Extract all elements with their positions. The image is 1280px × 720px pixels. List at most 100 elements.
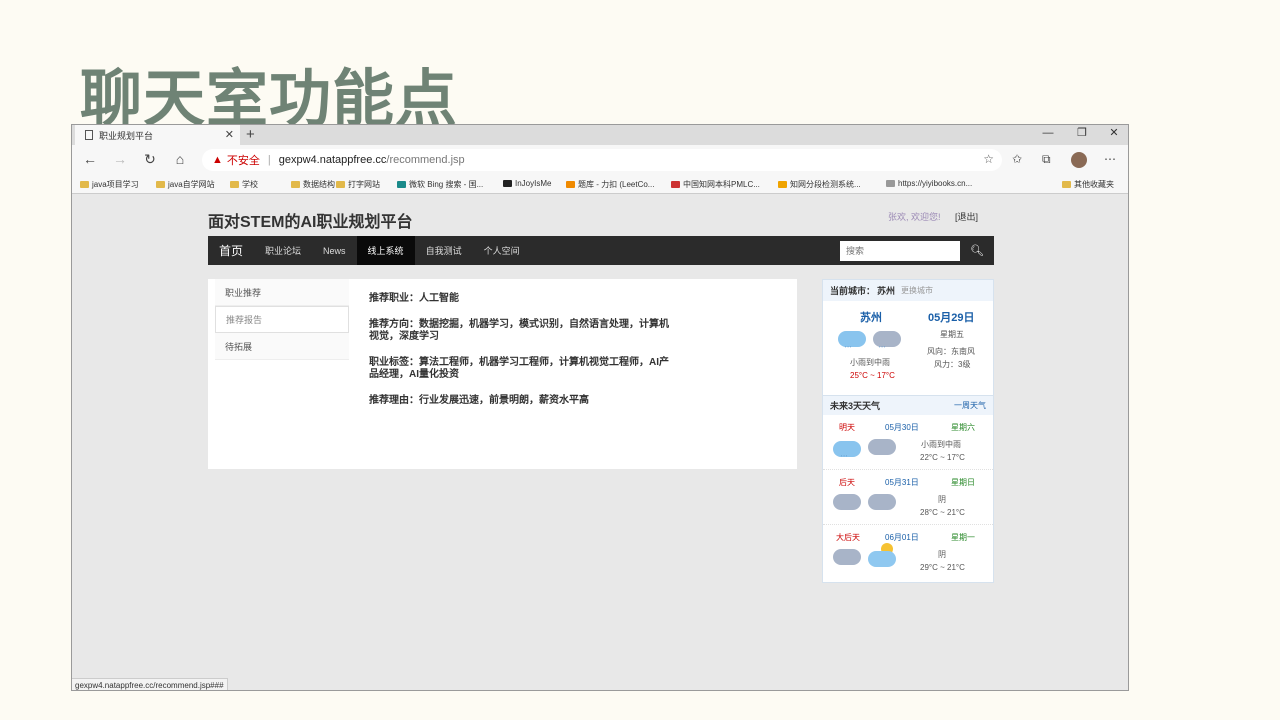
collections-icon[interactable]: ⧉ <box>1042 152 1051 167</box>
forecast-weekday: 星期日 <box>951 478 975 487</box>
favorite-star-icon[interactable]: ☆ <box>983 152 994 166</box>
minimize-button[interactable]: — <box>1032 125 1064 145</box>
bookmark-item[interactable]: 数据结构 <box>291 179 335 190</box>
forecast-relative-day: 大后天 <box>836 533 860 542</box>
browser-tab[interactable]: 职业规划平台 ✕ <box>75 125 240 145</box>
bing-icon <box>397 181 406 188</box>
side-item-report[interactable]: 推荐报告 <box>215 306 349 333</box>
nav-self-test[interactable]: 自我测试 <box>415 236 473 265</box>
forecast-weekday: 星期六 <box>951 423 975 432</box>
cloud-icon <box>833 549 861 565</box>
folder-icon <box>1062 181 1071 188</box>
bookmark-label: 其他收藏夹 <box>1074 180 1114 189</box>
close-window-button[interactable]: ✕ <box>1098 125 1128 145</box>
search-input[interactable] <box>840 241 960 261</box>
bookmark-item[interactable]: 打字网站 <box>336 179 380 190</box>
current-city-label: 当前城市： <box>830 286 876 296</box>
side-item-career-recommend[interactable]: 职业推荐 <box>215 279 349 306</box>
today-wind-level: 风力：3级 <box>934 360 971 369</box>
forecast-desc: 阴 <box>938 550 946 559</box>
recommend-reason: 推荐理由：行业发展迅速，前景明朗，薪资水平高 <box>369 395 589 406</box>
weekly-weather-link[interactable]: 一周天气 <box>954 400 986 411</box>
favorites-icon[interactable]: ✩ <box>1012 152 1022 166</box>
bookmark-item[interactable]: InJoyIsMe <box>503 179 551 188</box>
bookmark-label: 知网分段检测系统... <box>790 180 861 189</box>
bookmark-label: InJoyIsMe <box>515 179 552 188</box>
close-tab-icon[interactable]: ✕ <box>225 128 234 141</box>
forecast-date: 05月30日 <box>885 423 919 432</box>
nav-online-system[interactable]: 线上系统 <box>356 236 415 265</box>
back-icon[interactable]: ← <box>80 151 100 167</box>
today-desc: 小雨到中雨 <box>850 358 890 367</box>
bookmark-label: 题库 - 力扣 (LeetCo... <box>578 180 655 189</box>
bookmark-item[interactable]: java项目学习 <box>80 179 139 190</box>
weather-header: 当前城市： 苏州 更换城市 <box>823 280 993 301</box>
url-path: /recommend.jsp <box>386 154 465 166</box>
forecast-header: 未来3天天气 一周天气 <box>823 395 993 415</box>
rain-drops-icon: ''' <box>841 455 849 462</box>
rain-drops-icon: ''' <box>845 346 853 353</box>
bookmark-item[interactable]: 学校 <box>230 179 258 190</box>
recommended-career: 推荐职业：人工智能 <box>369 293 459 304</box>
bookmark-label: 微软 Bing 搜索 - 国... <box>409 180 484 189</box>
bookmark-label: 打字网站 <box>348 180 380 189</box>
bookmark-label: 数据结构 <box>303 180 335 189</box>
bookmarks-bar: java项目学习 java自学网站 学校 数据结构 打字网站 微软 Bing 搜索 - 国… <box>72 175 1128 194</box>
today-wind-direction: 风向：东南风 <box>927 347 975 356</box>
nav-forum[interactable]: 职业论坛 <box>254 236 312 265</box>
nav-home[interactable]: 首页 <box>208 236 254 265</box>
bookmark-label: 学校 <box>242 180 258 189</box>
rain-cloud-icon <box>838 331 866 347</box>
home-icon[interactable]: ⌂ <box>170 151 190 167</box>
bookmark-item[interactable]: 微软 Bing 搜索 - 国... <box>397 179 483 190</box>
browser-window: 职业规划平台 ✕ + — ❐ ✕ ← → ↻ ⌂ ▲ 不安全 | gexpw4.… <box>71 124 1129 691</box>
yiyi-icon <box>886 180 895 187</box>
address-bar[interactable]: ▲ 不安全 | gexpw4.natappfree.cc /recommend.… <box>202 149 1002 171</box>
github-icon <box>503 180 512 187</box>
bookmark-item[interactable]: 知网分段检测系统... <box>778 179 861 190</box>
zw-icon <box>778 181 787 188</box>
bookmark-label: java自学网站 <box>168 180 215 189</box>
recommendation-text: 推荐职业：人工智能 推荐方向：数据挖掘，机器学习，模式识别，自然语言处理，计算机… <box>369 293 669 421</box>
bookmark-item[interactable]: https://yiyibooks.cn... <box>886 179 972 188</box>
nav-news[interactable]: News <box>312 236 357 265</box>
main-navbar: 首页 职业论坛 News 线上系统 自我测试 个人空间 🔍︎ <box>208 236 994 265</box>
forecast-temp: 29°C ~ 21°C <box>920 563 965 572</box>
content-panel: 职业推荐 推荐报告 待拓展 推荐职业：人工智能 推荐方向：数据挖掘，机器学习，模… <box>208 279 797 469</box>
forecast-desc: 阴 <box>938 495 946 504</box>
bookmark-item[interactable]: 中国知网本科PMLC... <box>671 179 760 190</box>
today-temp: 25°C ~ 17°C <box>850 371 895 380</box>
forecast-desc: 小雨到中雨 <box>921 440 961 449</box>
more-options-icon[interactable]: ⋯ <box>1104 152 1116 166</box>
logout-link[interactable]: [退出] <box>955 212 978 222</box>
welcome-link[interactable]: 张欢, 欢迎您! <box>888 212 941 222</box>
search-icon[interactable]: 🔍︎ <box>960 236 994 265</box>
forecast-temp: 28°C ~ 21°C <box>920 508 965 517</box>
nav-personal-space[interactable]: 个人空间 <box>473 236 531 265</box>
sun-cloud-icon <box>868 551 896 567</box>
bookmark-label: 中国知网本科PMLC... <box>683 180 760 189</box>
bookmark-item[interactable]: java自学网站 <box>156 179 215 190</box>
forward-icon[interactable]: → <box>110 151 130 167</box>
maximize-button[interactable]: ❐ <box>1066 125 1098 145</box>
bookmark-item[interactable]: 题库 - 力扣 (LeetCo... <box>566 179 654 190</box>
new-tab-button[interactable]: + <box>246 126 255 143</box>
change-city-link[interactable]: 更换城市 <box>901 285 933 296</box>
tab-title: 职业规划平台 <box>99 130 154 141</box>
forecast-temp: 22°C ~ 17°C <box>920 453 965 462</box>
security-label[interactable]: 不安全 <box>227 152 260 168</box>
site-title: 面对STEM的AI职业规划平台 <box>208 214 413 231</box>
forecast-day: 后天 05月31日 星期日 阴 28°C ~ 21°C <box>823 470 993 525</box>
web-page: 面对STEM的AI职业规划平台 张欢, 欢迎您! [退出] 首页 职业论坛 Ne… <box>72 195 1128 690</box>
forecast-weekday: 星期一 <box>951 533 975 542</box>
bookmark-item[interactable]: 其他收藏夹 <box>1062 179 1114 190</box>
forecast-relative-day: 后天 <box>839 478 855 487</box>
today-date: 05月29日 <box>928 312 975 324</box>
refresh-icon[interactable]: ↻ <box>140 151 160 168</box>
forecast-date: 06月01日 <box>885 533 919 542</box>
profile-avatar-icon[interactable] <box>1071 152 1087 168</box>
side-item-to-expand[interactable]: 待拓展 <box>215 333 349 360</box>
warning-icon: ▲ <box>212 154 223 166</box>
bookmark-label: https://yiyibooks.cn... <box>898 179 973 188</box>
rain-cloud-icon <box>873 331 901 347</box>
